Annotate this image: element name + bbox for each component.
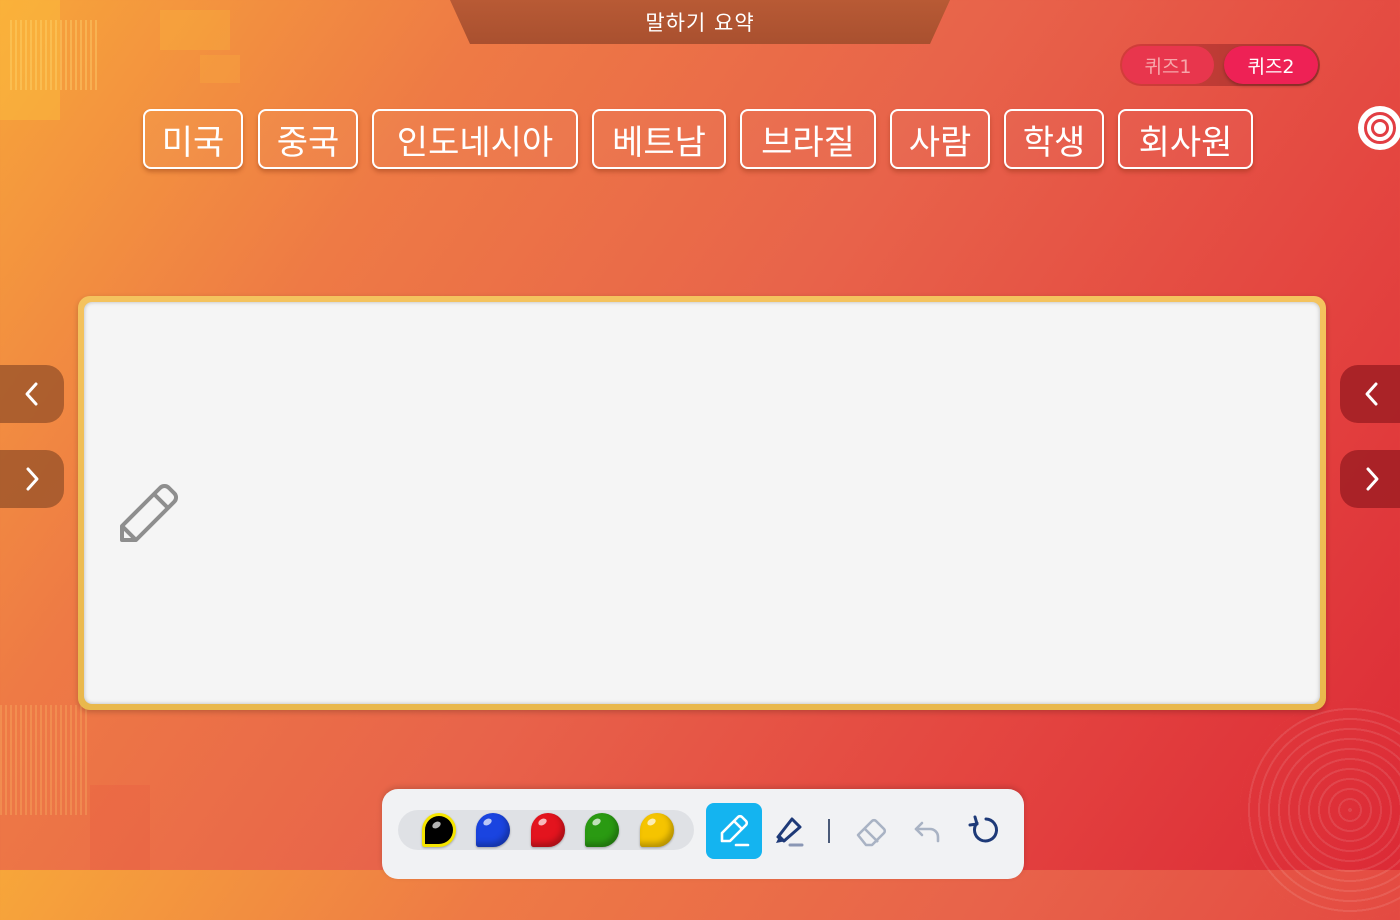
quiz1-button[interactable]: 퀴즈1 bbox=[1122, 46, 1214, 84]
pen-tool-button[interactable] bbox=[706, 803, 762, 859]
color-green-swatch[interactable] bbox=[585, 813, 619, 847]
color-black-swatch[interactable] bbox=[422, 813, 456, 847]
background-decoration bbox=[0, 705, 90, 815]
word-chip[interactable]: 학생 bbox=[1004, 109, 1104, 169]
toolbar-separator bbox=[828, 819, 830, 843]
quiz-toggle: 퀴즈1 퀴즈2 bbox=[1120, 44, 1320, 86]
reset-icon bbox=[968, 815, 998, 843]
word-chip[interactable]: 브라질 bbox=[740, 109, 876, 169]
word-chip[interactable]: 중국 bbox=[258, 109, 358, 169]
title-tab: 말하기 요약 bbox=[450, 0, 950, 44]
page-title: 말하기 요약 bbox=[645, 11, 755, 35]
background-decoration bbox=[0, 0, 60, 120]
background-decoration bbox=[200, 55, 240, 83]
eraser-icon bbox=[856, 818, 887, 847]
color-yellow-swatch[interactable] bbox=[640, 813, 674, 847]
color-blue-swatch[interactable] bbox=[476, 813, 510, 847]
undo-icon bbox=[914, 821, 940, 843]
background-decoration bbox=[90, 785, 150, 870]
highlighter-icon bbox=[776, 817, 804, 847]
chevron-left-icon bbox=[1365, 382, 1378, 406]
word-chip[interactable]: 사람 bbox=[890, 109, 990, 169]
left-prev-button[interactable] bbox=[0, 365, 64, 423]
color-palette bbox=[398, 810, 694, 850]
reset-button[interactable] bbox=[956, 803, 1012, 859]
quiz2-button[interactable]: 퀴즈2 bbox=[1224, 46, 1318, 84]
word-chip[interactable]: 인도네시아 bbox=[372, 109, 578, 169]
chevron-right-icon bbox=[1366, 467, 1379, 491]
chevron-left-icon bbox=[25, 382, 38, 406]
color-red-swatch[interactable] bbox=[531, 813, 565, 847]
undo-button[interactable] bbox=[900, 803, 956, 859]
drawing-toolbar bbox=[382, 789, 1024, 879]
word-chip[interactable]: 베트남 bbox=[592, 109, 726, 169]
eraser-tool-button[interactable] bbox=[844, 803, 900, 859]
right-prev-button[interactable] bbox=[1340, 365, 1400, 423]
highlighter-tool-button[interactable] bbox=[760, 803, 816, 859]
background-decoration bbox=[160, 10, 230, 50]
background-decoration bbox=[10, 20, 100, 90]
background-decoration bbox=[1240, 700, 1400, 920]
word-list: 미국 중국 인도네시아 베트남 브라질 사람 학생 회사원 bbox=[0, 109, 1400, 173]
chevron-right-icon bbox=[26, 467, 39, 491]
word-chip[interactable]: 미국 bbox=[143, 109, 243, 169]
pencil-icon bbox=[120, 484, 178, 542]
writing-area[interactable] bbox=[84, 302, 1320, 704]
pen-icon bbox=[720, 814, 750, 847]
word-chip[interactable]: 회사원 bbox=[1118, 109, 1253, 169]
writing-board bbox=[78, 296, 1326, 710]
left-next-button[interactable] bbox=[0, 450, 64, 508]
right-next-button[interactable] bbox=[1340, 450, 1400, 508]
